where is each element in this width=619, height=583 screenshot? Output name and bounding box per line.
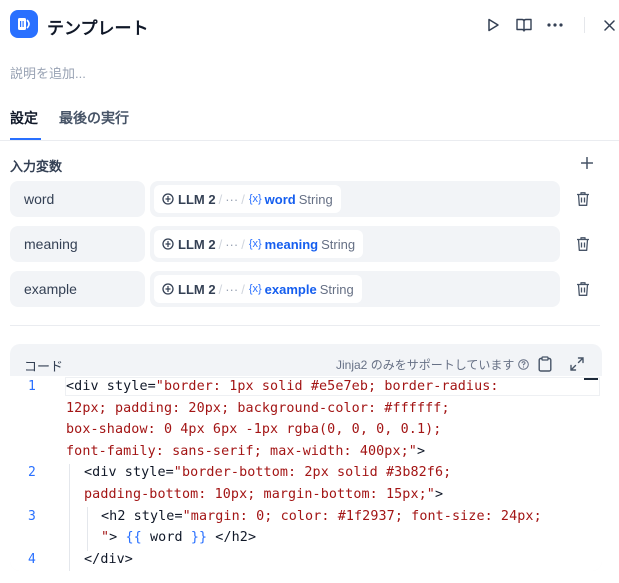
delete-variable-button[interactable] [574,190,592,208]
tab-settings[interactable]: 設定 [10,108,38,128]
code-line: <div style="border: 1px solid #e5e7eb; b… [66,379,499,394]
llm-node-icon [162,238,174,250]
run-button[interactable] [482,14,504,36]
source-node-name: LLM 2 [178,191,216,207]
variable-selector[interactable]: LLM 2 / ··· / {x} word String [150,181,560,217]
code-title: コード [24,359,64,374]
scroll-indicator [584,378,598,380]
node-title[interactable]: テンプレート [47,14,149,39]
variable-type: String [321,236,356,252]
variable-row: meaning LLM 2 / ··· / {x} meaning String [10,226,610,262]
jinja-hint-text: Jinja2 のみをサポートしています [336,358,515,372]
variable-icon: {x} [248,238,262,250]
close-button[interactable] [598,14,619,36]
source-node-name: LLM 2 [178,236,216,252]
trash-icon [577,237,589,251]
expand-icon [570,357,584,371]
source-variable-name: example [264,281,317,297]
expand-code-button[interactable] [567,354,587,374]
trash-icon [577,192,589,206]
line-number: 3 [28,509,36,524]
path-ellipsis: ··· [225,191,239,207]
more-icon [547,23,563,27]
book-icon [516,18,532,32]
source-variable-name: word [264,191,296,207]
variable-row: word LLM 2 / ··· / {x} word String [10,181,610,217]
header-divider [584,17,585,33]
copy-code-button[interactable] [535,354,555,374]
section-divider [10,325,600,326]
tab-last-run[interactable]: 最後の実行 [59,108,129,128]
code-editor[interactable]: 1 2 3 4 <div style="border: 1px solid #e… [10,376,602,571]
code-line: padding-bottom: 10px; margin-bottom: 15p… [84,487,444,502]
variable-chip: LLM 2 / ··· / {x} word String [154,185,341,213]
delete-variable-button[interactable] [574,235,592,253]
line-number: 1 [28,379,36,394]
variable-selector[interactable]: LLM 2 / ··· / {x} meaning String [150,226,560,262]
variable-chip: LLM 2 / ··· / {x} example String [154,275,362,303]
variable-chip: LLM 2 / ··· / {x} meaning String [154,230,364,258]
jinja-hint: Jinja2 のみをサポートしています [336,356,530,373]
trash-icon [577,282,589,296]
source-node-name: LLM 2 [178,281,216,297]
add-variable-button[interactable] [578,154,596,172]
line-number: 4 [28,552,36,567]
code-line: "> {{ word }} </h2> [101,530,257,545]
variable-type: String [319,281,354,297]
delete-variable-button[interactable] [574,280,592,298]
code-line: 12px; padding: 20px; background-color: #… [66,401,450,416]
variable-name-input[interactable]: word [10,181,145,217]
active-tab-indicator [10,138,41,140]
source-variable-name: meaning [264,236,319,252]
code-panel: コード Jinja2 のみをサポートしています 1 2 3 4 <div sty… [10,344,602,571]
line-number: 2 [28,465,36,480]
code-line: box-shadow: 0 4px 6px -1px rgba(0, 0, 0,… [66,422,442,437]
indent-guide [69,464,70,571]
docs-button[interactable] [513,14,535,36]
variable-icon: {x} [248,193,262,205]
template-node-icon [10,10,38,38]
variable-name-input[interactable]: meaning [10,226,145,262]
description-input[interactable]: 説明を追加... [10,63,86,82]
input-variables-label: 入力変数 [10,159,63,174]
plus-icon [581,157,593,169]
panel-header: テンプレート [0,0,619,52]
code-line: </div> [84,552,133,567]
path-ellipsis: ··· [225,236,239,252]
llm-node-icon [162,283,174,295]
more-button[interactable] [544,14,566,36]
indent-guide [87,507,88,551]
code-line: <h2 style="margin: 0; color: #1f2937; fo… [101,509,542,524]
close-icon [603,19,615,31]
code-line: font-family: sans-serif; max-width: 400p… [66,444,426,459]
clipboard-icon [538,356,552,372]
variable-name-input[interactable]: example [10,271,145,307]
variable-selector[interactable]: LLM 2 / ··· / {x} example String [150,271,560,307]
variable-type: String [298,191,333,207]
play-icon [488,18,499,32]
code-line: <div style="border-bottom: 2px solid #3b… [84,465,452,480]
llm-node-icon [162,193,174,205]
path-ellipsis: ··· [225,281,239,297]
tab-bar: 設定 最後の実行 [0,100,619,141]
help-icon[interactable] [518,359,530,370]
variable-icon: {x} [248,283,262,295]
variable-row: example LLM 2 / ··· / {x} example String [10,271,610,307]
